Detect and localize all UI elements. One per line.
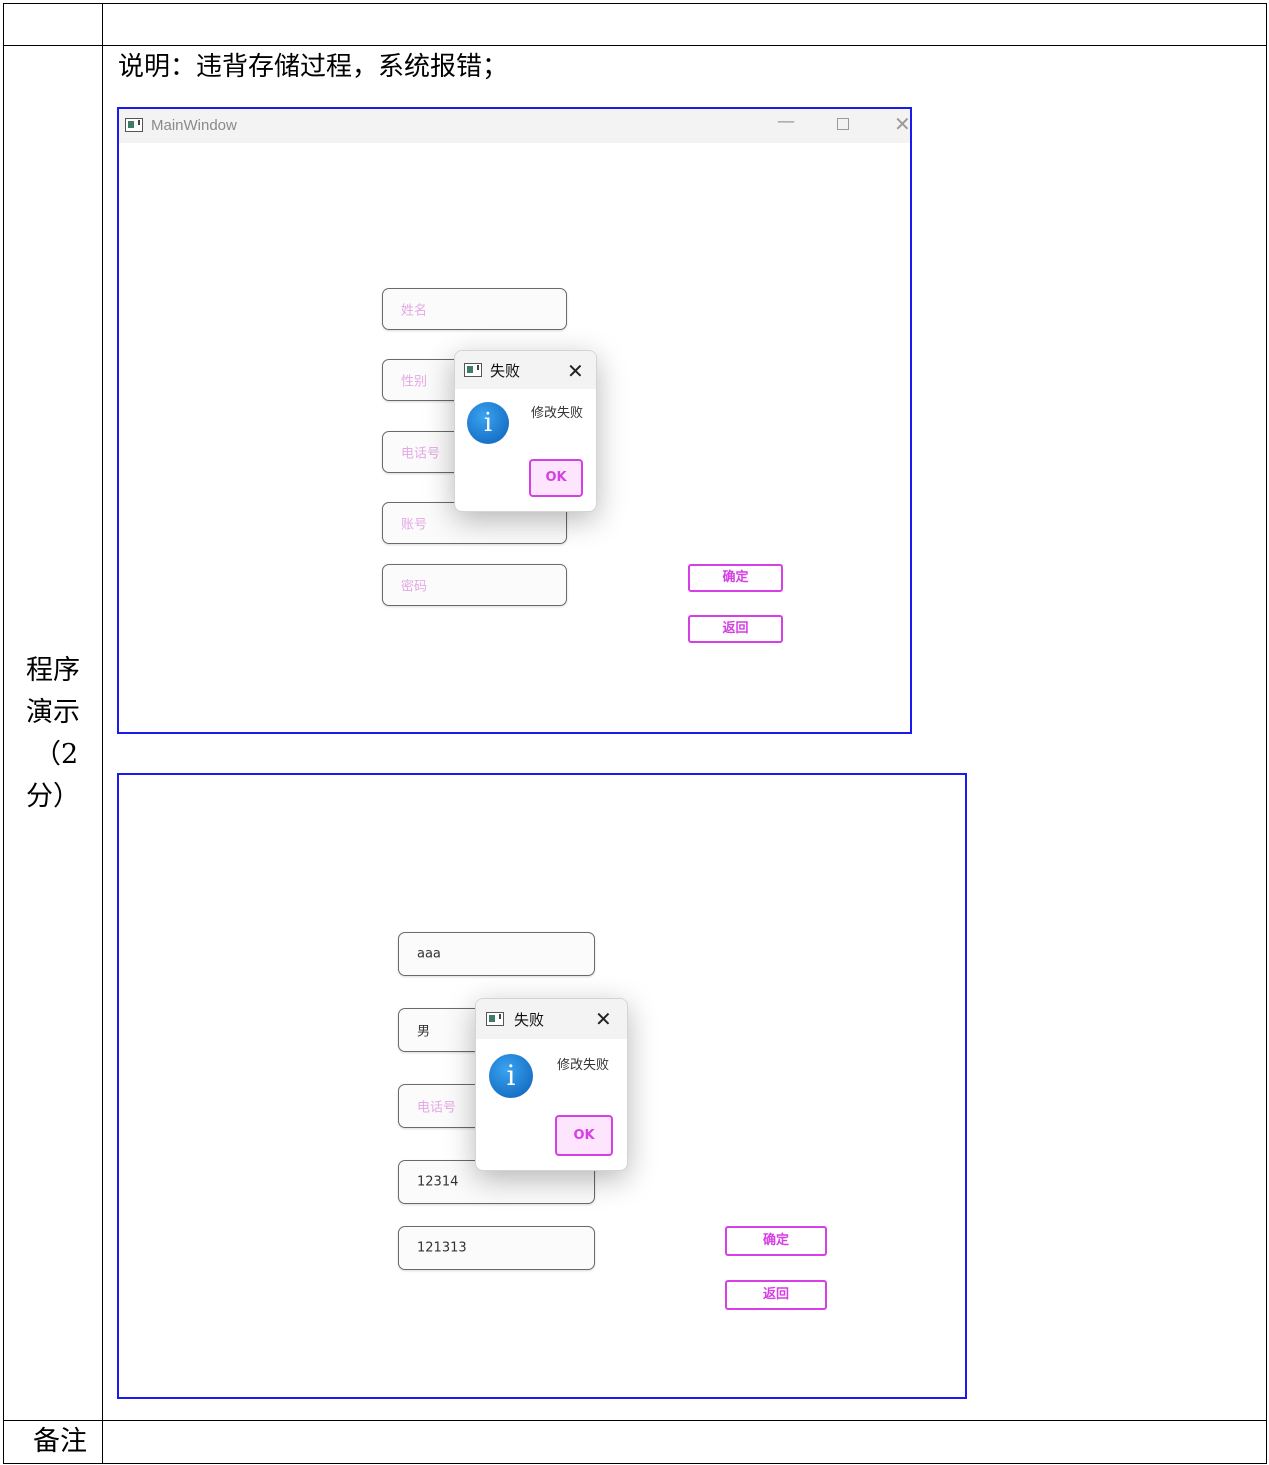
name-value: aaa bbox=[417, 946, 441, 962]
table-header-right-cell bbox=[102, 3, 1267, 46]
password-value: 121313 bbox=[417, 1240, 467, 1256]
back-button[interactable]: 返回 bbox=[725, 1280, 827, 1310]
name-placeholder: 姓名 bbox=[401, 303, 428, 319]
dialog-title: 失败 bbox=[514, 1011, 545, 1029]
section-label-line-1: 程序 bbox=[26, 655, 80, 686]
account-placeholder: 账号 bbox=[401, 517, 428, 533]
back-button[interactable]: 返回 bbox=[688, 615, 783, 643]
dialog-ok-button[interactable]: OK bbox=[555, 1115, 613, 1156]
dialog-app-icon bbox=[486, 1012, 504, 1026]
failure-dialog: 失败 ✕ i 修改失败 OK bbox=[454, 350, 597, 512]
dialog-title-bar: 失败 ✕ bbox=[455, 351, 596, 389]
password-field[interactable]: 121313 bbox=[398, 1226, 595, 1270]
dialog-ok-button[interactable]: OK bbox=[529, 459, 583, 497]
confirm-button[interactable]: 确定 bbox=[688, 564, 783, 592]
name-field[interactable]: 姓名 bbox=[382, 288, 567, 330]
title-bar: MainWindow — ✕ bbox=[119, 109, 910, 143]
maximize-icon[interactable] bbox=[837, 118, 849, 130]
info-icon: i bbox=[467, 402, 509, 444]
description-text: 说明：违背存储过程，系统报错； bbox=[118, 52, 509, 82]
dialog-message: 修改失败 bbox=[531, 406, 584, 421]
screenshot-2-main-window: aaa 男 电话号 12314 121313 确定 返回 失败 ✕ i 修改失败… bbox=[117, 773, 967, 1399]
gender-placeholder: 性别 bbox=[401, 374, 428, 390]
dialog-close-icon[interactable]: ✕ bbox=[595, 1009, 612, 1029]
account-value: 12314 bbox=[417, 1174, 459, 1190]
close-icon[interactable]: ✕ bbox=[894, 112, 910, 136]
dialog-app-icon bbox=[464, 363, 482, 377]
remarks-content-cell bbox=[102, 1420, 1267, 1464]
screenshot-1-main-window: MainWindow — ✕ 姓名 性别 电话号 账号 密码 确定 返回 失败 … bbox=[117, 107, 912, 734]
minimize-icon[interactable]: — bbox=[777, 111, 795, 132]
confirm-button[interactable]: 确定 bbox=[725, 1226, 827, 1256]
remarks-label: 备注 bbox=[33, 1426, 87, 1457]
gender-value: 男 bbox=[417, 1024, 431, 1040]
dialog-title: 失败 bbox=[490, 362, 521, 380]
phone-placeholder: 电话号 bbox=[417, 1100, 457, 1116]
password-placeholder: 密码 bbox=[401, 579, 428, 595]
dialog-message: 修改失败 bbox=[557, 1058, 610, 1073]
app-window-icon bbox=[125, 118, 143, 132]
info-icon: i bbox=[489, 1054, 533, 1098]
dialog-close-icon[interactable]: ✕ bbox=[567, 361, 584, 381]
dialog-title-bar: 失败 ✕ bbox=[476, 999, 627, 1039]
window-title: MainWindow bbox=[151, 117, 237, 134]
section-label-line-4: 分） bbox=[26, 781, 80, 812]
failure-dialog: 失败 ✕ i 修改失败 OK bbox=[475, 998, 628, 1171]
table-header-left-cell bbox=[3, 3, 103, 46]
section-label-line-2: 演示 bbox=[26, 697, 80, 728]
password-field[interactable]: 密码 bbox=[382, 564, 567, 606]
name-field[interactable]: aaa bbox=[398, 932, 595, 976]
section-label-line-3: （2 bbox=[34, 739, 79, 770]
phone-placeholder: 电话号 bbox=[401, 446, 441, 462]
